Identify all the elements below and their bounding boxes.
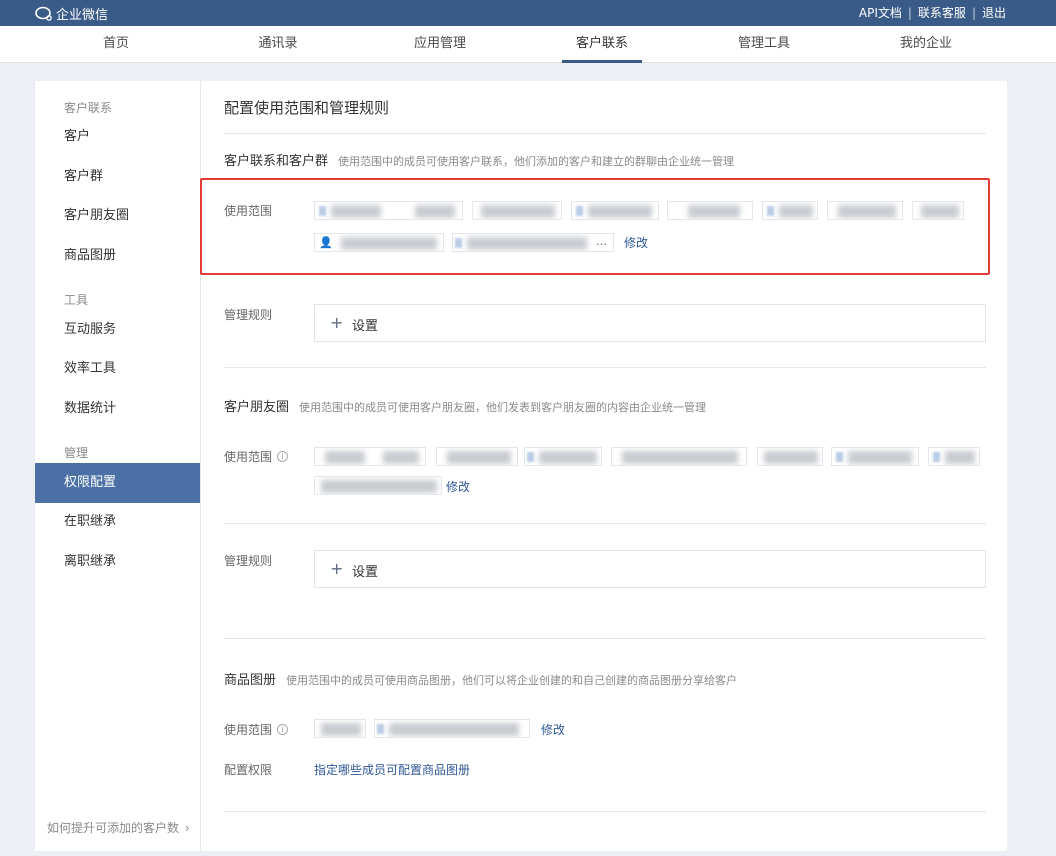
sidebar-group-management: 管理 — [64, 446, 89, 460]
member-chip — [314, 719, 366, 738]
sidebar-item-interactive-service[interactable]: 互动服务 — [35, 310, 200, 350]
member-chip — [831, 447, 919, 466]
set-rule-label: 设置 — [352, 319, 379, 334]
top-links: API文档 | 联系客服 | 退出 — [859, 4, 1006, 21]
member-chip — [314, 476, 442, 495]
page-title: 配置使用范围和管理规则 — [224, 99, 390, 117]
info-icon[interactable]: i — [277, 724, 289, 735]
wecom-logo-icon — [35, 6, 52, 21]
section-title: 客户联系和客户群 — [224, 154, 329, 169]
set-rule-button[interactable]: + 设置 — [314, 304, 986, 342]
scope-label: 使用范围 i — [224, 721, 289, 738]
member-chip — [436, 447, 518, 466]
main-nav: 首页 通讯录 应用管理 客户联系 管理工具 我的企业 — [0, 26, 1056, 63]
brand-name: 企业微信 — [56, 8, 109, 23]
sidebar-group-customer-contact: 客户联系 — [64, 101, 113, 115]
divider — [224, 638, 986, 639]
section-title: 商品图册 — [224, 673, 277, 688]
chevron-right-icon: › — [184, 821, 190, 835]
brand-logo[interactable]: 企业微信 — [35, 4, 108, 23]
perm-label: 配置权限 — [224, 763, 273, 777]
section-description: 使用范围中的成员可使用客户联系，他们添加的客户和建立的群聊由企业统一管理 — [338, 155, 735, 168]
divider — [224, 133, 986, 134]
sidebar-item-resigned-transfer[interactable]: 离职继承 — [35, 542, 200, 582]
tab-my-enterprise[interactable]: 我的企业 — [886, 26, 966, 63]
sidebar-item-permissions[interactable]: 权限配置 — [35, 463, 200, 503]
main-card: 客户联系 客户 客户群 客户朋友圈 商品图册 工具 互动服务 效率工具 数据统计… — [35, 81, 1007, 851]
sidebar-item-efficiency-tools[interactable]: 效率工具 — [35, 349, 200, 389]
contact-support-link[interactable]: 联系客服 — [918, 4, 966, 21]
member-chip — [374, 719, 530, 738]
highlight-box — [200, 178, 990, 275]
plus-icon: + — [330, 313, 344, 332]
section-customer-contact-title: 客户联系和客户群 使用范围中的成员可使用客户联系，他们添加的客户和建立的群聊由企… — [224, 150, 734, 169]
sidebar: 客户联系 客户 客户群 客户朋友圈 商品图册 工具 互动服务 效率工具 数据统计… — [35, 81, 201, 851]
sidebar-item-statistics[interactable]: 数据统计 — [35, 389, 200, 429]
api-docs-link[interactable]: API文档 — [859, 4, 902, 21]
tab-app-management[interactable]: 应用管理 — [400, 26, 480, 63]
tab-customer-contact[interactable]: 客户联系 — [562, 26, 642, 63]
member-chip — [611, 447, 747, 466]
rule-label: 管理规则 — [224, 308, 273, 322]
increase-customers-label: 如何提升可添加的客户数 — [47, 821, 180, 835]
rule-label: 管理规则 — [224, 554, 273, 568]
scope-label-text: 使用范围 — [224, 723, 273, 737]
tab-home[interactable]: 首页 — [76, 26, 156, 63]
section-product-album-title: 商品图册 使用范围中的成员可使用商品图册，他们可以将企业创建的和自己创建的商品图… — [224, 669, 737, 688]
sidebar-item-moments[interactable]: 客户朋友圈 — [35, 196, 200, 236]
plus-icon: + — [330, 559, 344, 578]
sidebar-group-tools: 工具 — [64, 293, 89, 307]
section-title: 客户朋友圈 — [224, 400, 290, 415]
sidebar-item-product-album[interactable]: 商品图册 — [35, 236, 200, 276]
divider — [224, 367, 986, 368]
info-icon[interactable]: i — [277, 451, 289, 462]
separator: | — [971, 5, 976, 20]
tab-management-tools[interactable]: 管理工具 — [724, 26, 804, 63]
sidebar-item-customers[interactable]: 客户 — [35, 117, 200, 157]
set-rule-button[interactable]: + 设置 — [314, 550, 986, 588]
edit-scope-link[interactable]: 修改 — [446, 478, 470, 495]
sidebar-item-customer-groups[interactable]: 客户群 — [35, 157, 200, 197]
member-chip — [928, 447, 980, 466]
logout-link[interactable]: 退出 — [982, 4, 1006, 21]
divider — [224, 523, 986, 524]
member-chip — [757, 447, 823, 466]
edit-scope-link[interactable]: 修改 — [541, 721, 565, 738]
section-description: 使用范围中的成员可使用商品图册，他们可以将企业创建的和自己创建的商品图册分享给客… — [286, 674, 738, 687]
configure-album-permission-link[interactable]: 指定哪些成员可配置商品图册 — [314, 761, 470, 778]
member-chip — [314, 447, 426, 466]
sidebar-item-active-transfer[interactable]: 在职继承 — [35, 502, 200, 542]
increase-customers-link[interactable]: 如何提升可添加的客户数 › — [47, 819, 190, 836]
tab-contacts[interactable]: 通讯录 — [238, 26, 318, 63]
divider — [224, 811, 986, 812]
separator: | — [907, 5, 912, 20]
top-bar: 企业微信 API文档 | 联系客服 | 退出 — [0, 0, 1056, 26]
section-moments-title: 客户朋友圈 使用范围中的成员可使用客户朋友圈，他们发表到客户朋友圈的内容由企业统… — [224, 396, 706, 415]
scope-label-text: 使用范围 — [224, 450, 273, 464]
member-chip — [524, 447, 602, 466]
section-description: 使用范围中的成员可使用客户朋友圈，他们发表到客户朋友圈的内容由企业统一管理 — [299, 401, 707, 414]
set-rule-label: 设置 — [352, 565, 379, 580]
scope-label: 使用范围 i — [224, 448, 289, 465]
